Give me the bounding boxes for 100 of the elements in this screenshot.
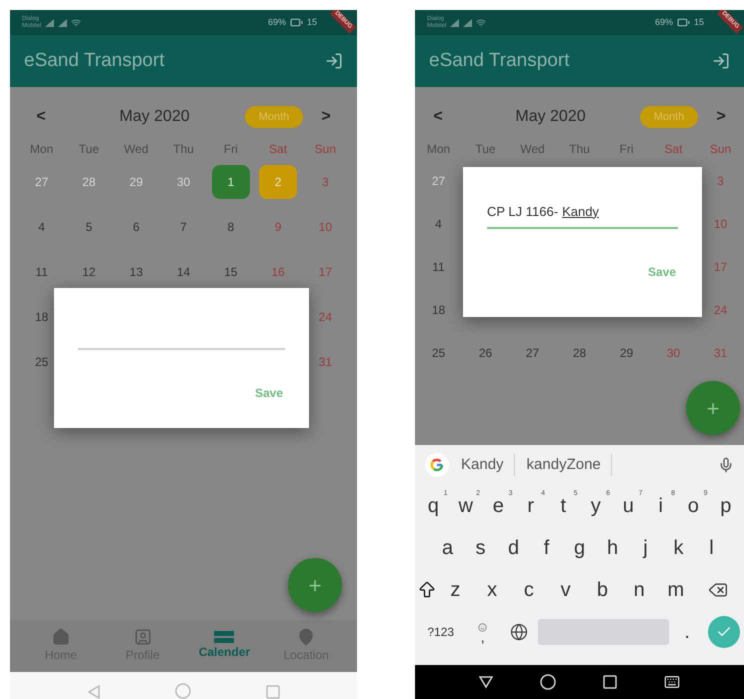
event-day[interactable]: 2 bbox=[259, 164, 298, 198]
keyboard-key[interactable]: h bbox=[596, 527, 629, 569]
keyboard-key[interactable]: g bbox=[563, 527, 596, 569]
field-text: Kandy bbox=[562, 202, 599, 221]
calendar-day[interactable]: 24 bbox=[714, 300, 728, 318]
calendar-day[interactable]: 3 bbox=[717, 172, 724, 190]
previous-month-button[interactable]: < bbox=[415, 105, 461, 129]
calendar-day[interactable]: 30 bbox=[176, 172, 190, 190]
keyboard-key[interactable]: x bbox=[474, 569, 510, 611]
keyboard-key[interactable]: j bbox=[629, 527, 662, 569]
calendar-day[interactable]: 31 bbox=[714, 344, 728, 362]
calendar-day[interactable]: 27 bbox=[526, 344, 540, 362]
calendar-day[interactable]: 25 bbox=[34, 352, 48, 370]
keyboard-key[interactable]: p bbox=[710, 485, 742, 527]
calendar-day[interactable]: 4 bbox=[435, 214, 442, 232]
smiley-icon bbox=[478, 622, 488, 632]
calendar-day[interactable]: 7 bbox=[180, 218, 187, 236]
calendar-day[interactable]: 24 bbox=[318, 308, 332, 326]
exit-icon[interactable] bbox=[325, 52, 343, 70]
suggestion-chip[interactable]: Kandy bbox=[461, 454, 515, 476]
calendar-day[interactable]: 27 bbox=[34, 172, 48, 190]
calendar-day[interactable]: 17 bbox=[714, 258, 728, 276]
keyboard-icon[interactable] bbox=[664, 674, 680, 690]
calendar-day[interactable]: 27 bbox=[432, 172, 446, 190]
add-button[interactable]: + bbox=[686, 381, 740, 435]
battery-percent: 69% bbox=[654, 16, 673, 29]
weekday-label: Mon bbox=[426, 141, 450, 158]
next-month-button[interactable]: > bbox=[303, 105, 349, 129]
calendar-day[interactable]: 4 bbox=[38, 218, 45, 236]
calendar-day[interactable]: 3 bbox=[322, 172, 329, 190]
weekday-label: Thu bbox=[569, 141, 590, 158]
keyboard-key[interactable]: . bbox=[668, 611, 706, 653]
calendar-day[interactable]: 9 bbox=[274, 218, 282, 236]
field-text: CP LJ 1166- bbox=[487, 202, 558, 220]
calendar-day[interactable]: 5 bbox=[86, 218, 92, 236]
calendar-day[interactable]: 25 bbox=[432, 344, 446, 362]
app-title: eSand Transport bbox=[429, 48, 570, 73]
save-button[interactable]: Save bbox=[646, 263, 678, 281]
keyboard-key[interactable]: a bbox=[431, 527, 464, 569]
keyboard-key[interactable]: d bbox=[497, 527, 530, 569]
calendar-day[interactable]: 26 bbox=[478, 344, 492, 362]
calendar-day[interactable]: 18 bbox=[34, 308, 48, 326]
calendar-day[interactable]: 10 bbox=[714, 214, 728, 232]
keyboard-key[interactable]: z bbox=[437, 569, 474, 611]
symbols-key[interactable]: ?123 bbox=[417, 611, 464, 653]
calendar-day[interactable]: 16 bbox=[271, 262, 285, 280]
calendar-day[interactable]: 30 bbox=[666, 344, 680, 362]
keyboard-key[interactable]: f bbox=[530, 527, 563, 569]
weekday-label: Sat bbox=[664, 141, 682, 158]
globe-icon bbox=[510, 623, 528, 641]
nav-tab[interactable]: Calender bbox=[184, 631, 266, 661]
save-button[interactable]: Save bbox=[252, 384, 285, 402]
calendar-day[interactable]: 6 bbox=[132, 218, 140, 236]
previous-month-button[interactable]: < bbox=[18, 105, 64, 129]
calendar-icon bbox=[214, 631, 234, 643]
keyboard-key[interactable]: n bbox=[620, 569, 658, 611]
weekday-label: Thu bbox=[173, 141, 194, 158]
weekday-label: Fri bbox=[224, 141, 238, 158]
calendar-day[interactable]: 8 bbox=[227, 218, 234, 236]
weekday-label: Fri bbox=[620, 141, 634, 158]
calendar-day[interactable]: 14 bbox=[176, 262, 190, 280]
wifi-icon bbox=[71, 18, 82, 28]
recents-icon[interactable] bbox=[603, 675, 618, 689]
calendar-day[interactable]: 15 bbox=[224, 262, 238, 280]
calendar-day[interactable]: 12 bbox=[82, 262, 96, 280]
weekday-label: Wed bbox=[520, 141, 545, 158]
back-icon[interactable] bbox=[478, 675, 493, 689]
battery-percent: 69% bbox=[268, 16, 286, 29]
text-field[interactable]: CP LJ 1166- Kandy bbox=[487, 195, 678, 229]
keyboard-key[interactable]: c bbox=[510, 569, 548, 611]
home-icon bbox=[52, 628, 70, 646]
weekday-label: Wed bbox=[124, 141, 148, 158]
weekday-label: Tue bbox=[78, 141, 100, 158]
calendar-day[interactable]: 17 bbox=[318, 262, 332, 280]
calendar-day[interactable]: 28 bbox=[82, 172, 96, 190]
month-title: May 2020 bbox=[514, 107, 587, 127]
keyboard-key[interactable]: b bbox=[584, 569, 621, 611]
exit-icon[interactable] bbox=[712, 52, 730, 70]
home-circle-icon[interactable] bbox=[540, 674, 556, 690]
keyboard-key[interactable]: l bbox=[695, 527, 728, 569]
event-day[interactable]: 1 bbox=[212, 164, 250, 198]
keyboard-key[interactable]: k bbox=[662, 527, 695, 569]
comma-key[interactable]: , bbox=[464, 611, 501, 653]
calendar-day[interactable]: 28 bbox=[572, 344, 586, 362]
add-button[interactable]: + bbox=[288, 558, 342, 612]
calendar-day[interactable]: 13 bbox=[130, 262, 143, 280]
calendar-day[interactable]: 10 bbox=[318, 218, 332, 236]
microphone-icon[interactable] bbox=[718, 457, 734, 473]
calendar-day[interactable]: 29 bbox=[620, 344, 634, 362]
calendar-day[interactable]: 18 bbox=[432, 300, 446, 318]
calendar-day[interactable]: 11 bbox=[35, 262, 48, 280]
calendar-day[interactable]: 29 bbox=[130, 172, 143, 190]
keyboard-key[interactable]: m bbox=[658, 569, 694, 611]
keyboard-key[interactable]: s bbox=[464, 527, 497, 569]
next-month-button[interactable]: > bbox=[698, 105, 744, 129]
keyboard-key[interactable]: v bbox=[547, 569, 584, 611]
month-title: May 2020 bbox=[118, 107, 191, 127]
suggestion-chip[interactable]: kandyZone bbox=[526, 454, 612, 476]
calendar-day[interactable]: 11 bbox=[432, 258, 445, 276]
calendar-day[interactable]: 31 bbox=[318, 352, 332, 370]
